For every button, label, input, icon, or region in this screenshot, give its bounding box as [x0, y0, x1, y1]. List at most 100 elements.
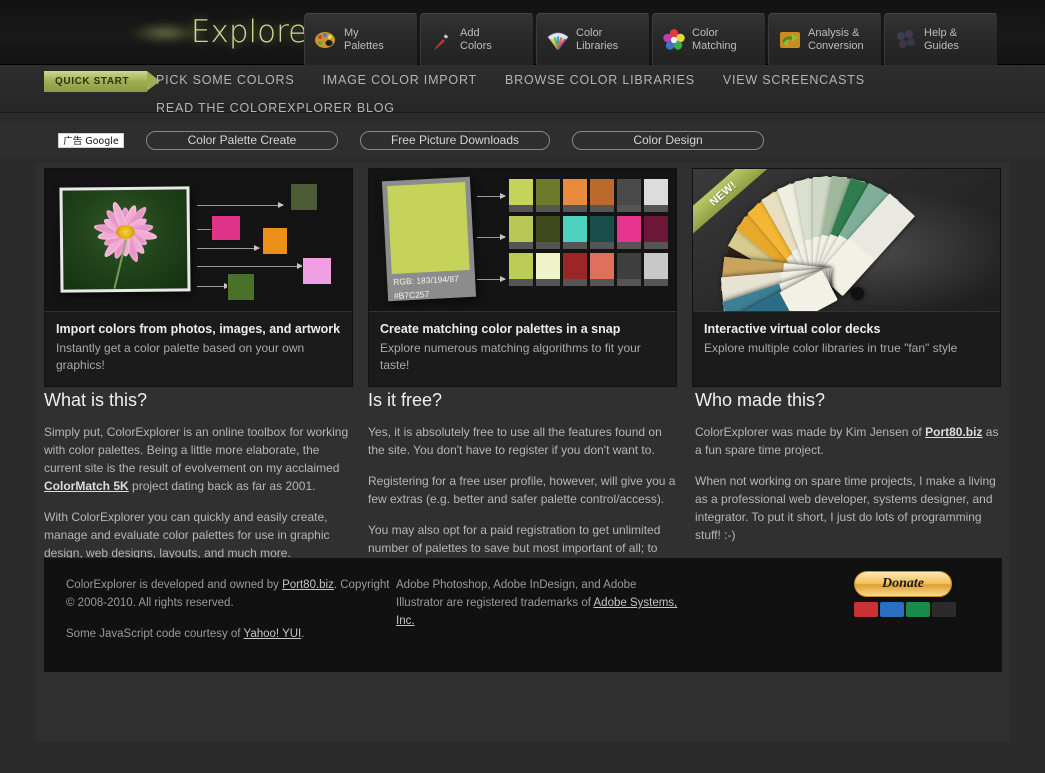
color-wheel-icon	[662, 28, 686, 52]
feature-card-import[interactable]: Import colors from photos, images, and a…	[44, 168, 353, 387]
feature-card-color-decks[interactable]: NEW! Interactive virtual color decks Exp…	[692, 168, 1001, 387]
footer-c1-1-link-1[interactable]: Yahoo! YUI	[244, 628, 302, 640]
sample-color-chip	[387, 182, 470, 274]
payment-card-logo	[906, 602, 930, 617]
primary-tabs: My Palettes Add Colors Color Libraries Color Ma…	[304, 13, 998, 65]
feature-card-matching[interactable]: RGB: 183/194/87 #B7C257 Create matching …	[368, 168, 677, 387]
footer-column-trademarks: Adobe Photoshop, Adobe InDesign, and Ado…	[396, 576, 686, 654]
info-column-what-is-this: What is this? Simply put, ColorExplorer i…	[44, 390, 353, 575]
column-heading: Who made this?	[695, 390, 826, 410]
column-paragraph: With ColorExplorer you can quickly and e…	[44, 508, 353, 562]
fan-deck-icon	[546, 28, 570, 52]
info-column-is-it-free: Is it free? Yes, it is absolutely free to…	[368, 390, 680, 575]
quick-start-button[interactable]: QUICK START	[44, 71, 161, 92]
tab-label: Color Matching	[692, 26, 737, 52]
ads-bar: 广告 Google Color Palette Create Free Pict…	[0, 122, 1045, 158]
text-run: .	[301, 628, 305, 640]
card-art-photo-import	[45, 169, 352, 311]
site-logo[interactable]: Explorer	[120, 8, 320, 56]
column-paragraph: ColorExplorer was made by Kim Jensen of …	[695, 423, 1004, 459]
card-art-palette-matching: RGB: 183/194/87 #B7C257	[369, 169, 676, 311]
help-icon	[894, 28, 918, 52]
extracted-swatch-2	[211, 215, 241, 241]
match-swatch	[617, 216, 641, 249]
column-paragraph: Yes, it is absolutely free to use all th…	[368, 423, 680, 459]
text-run: Yes, it is absolutely free to use all th…	[368, 425, 662, 457]
text-run: ColorExplorer was made by Kim Jensen of	[695, 425, 926, 439]
tab-analysis-conversion[interactable]: Analysis & Conversion	[768, 13, 882, 65]
match-swatch	[536, 253, 560, 286]
ad-pill-1[interactable]: Color Palette Create	[146, 130, 338, 150]
column-2-link-1[interactable]: Port80.biz	[925, 425, 982, 439]
subnav-blog-row: READ THE COLOREXPLORER BLOG	[156, 99, 395, 117]
match-swatch	[617, 179, 641, 212]
eyedropper-icon	[430, 28, 454, 52]
nav-link-pick-some-colors[interactable]: PICK SOME COLORS	[156, 73, 295, 87]
match-swatch	[617, 253, 641, 286]
card-title: Import colors from photos, images, and a…	[56, 322, 341, 336]
info-columns: What is this? Simply put, ColorExplorer i…	[44, 390, 1004, 575]
text-run: project dating back as far as 2001.	[128, 479, 316, 493]
match-swatch-row	[509, 253, 668, 286]
nav-link-blog[interactable]: READ THE COLOREXPLORER BLOG	[156, 101, 395, 115]
tab-label: My Palettes	[344, 26, 384, 52]
convert-arrows-icon	[778, 28, 802, 52]
footer-paragraph: Adobe Photoshop, Adobe InDesign, and Ado…	[396, 576, 686, 630]
payment-card-logo	[854, 602, 878, 617]
photo-thumbnail	[59, 186, 191, 293]
card-title: Interactive virtual color decks	[704, 322, 881, 336]
text-run: Simply put, ColorExplorer is an online t…	[44, 425, 349, 475]
card-subtitle: Explore multiple color libraries in true…	[704, 341, 958, 355]
feature-cards: Import colors from photos, images, and a…	[44, 168, 1001, 387]
content-panel: Import colors from photos, images, and a…	[36, 162, 1010, 742]
logo-text: Explorer	[190, 14, 320, 50]
match-swatch	[644, 216, 668, 249]
extracted-swatch-1	[290, 183, 318, 211]
footer-c1-0-link-1[interactable]: Port80.biz	[282, 579, 334, 591]
match-swatch	[644, 179, 668, 212]
match-swatch	[590, 216, 614, 249]
sample-color-polaroid: RGB: 183/194/87 #B7C257	[381, 176, 477, 302]
extracted-swatch-4	[302, 257, 332, 285]
match-swatch-grid	[509, 179, 668, 290]
match-swatch	[644, 253, 668, 286]
column-heading: What is this?	[44, 390, 148, 410]
site-footer: ColorExplorer is developed and owned by …	[44, 558, 1002, 672]
palette-icon	[314, 28, 338, 52]
tab-my-palettes[interactable]: My Palettes	[304, 13, 418, 65]
card-title: Create matching color palettes in a snap	[380, 322, 621, 336]
extracted-swatch-5	[227, 273, 255, 301]
match-swatch	[536, 179, 560, 212]
ad-pill-2[interactable]: Free Picture Downloads	[360, 130, 550, 150]
tab-add-colors[interactable]: Add Colors	[420, 13, 534, 65]
column-paragraph: Registering for a free user profile, how…	[368, 472, 680, 508]
tab-color-matching[interactable]: Color Matching	[652, 13, 766, 65]
match-swatch-row	[509, 179, 668, 212]
payment-card-logos	[854, 602, 960, 617]
match-swatch	[563, 179, 587, 212]
ad-pill-3[interactable]: Color Design	[572, 130, 764, 150]
match-swatch	[563, 253, 587, 286]
google-ads-badge: 广告 Google	[58, 132, 124, 148]
match-swatch	[563, 216, 587, 249]
text-run: ColorExplorer is developed and owned by	[66, 579, 283, 591]
footer-paragraph: Some JavaScript code courtesy of Yahoo! …	[66, 625, 396, 643]
column-0-link-1[interactable]: ColorMatch 5K	[44, 479, 129, 493]
nav-link-image-color-import[interactable]: IMAGE COLOR IMPORT	[323, 73, 477, 87]
nav-link-browse-color-libraries[interactable]: BROWSE COLOR LIBRARIES	[505, 73, 695, 87]
match-swatch-row	[509, 216, 668, 249]
column-paragraph: When not working on spare time projects,…	[695, 472, 1004, 544]
match-swatch	[536, 216, 560, 249]
donate-area: Donate	[854, 571, 960, 617]
tab-color-libraries[interactable]: Color Libraries	[536, 13, 650, 65]
nav-link-view-screencasts[interactable]: VIEW SCREENCASTS	[723, 73, 865, 87]
donate-button[interactable]: Donate	[854, 571, 952, 597]
match-swatch	[590, 253, 614, 286]
tab-label: Analysis & Conversion	[808, 26, 864, 52]
column-heading: Is it free?	[368, 390, 443, 410]
subnav-links: PICK SOME COLORS IMAGE COLOR IMPORT BROWSE…	[156, 73, 865, 87]
card-subtitle: Instantly get a color palette based on y…	[56, 341, 305, 372]
tab-label: Color Libraries	[576, 26, 619, 52]
tab-help-guides[interactable]: Help & Guides	[884, 13, 998, 65]
logo-glow-icon	[130, 22, 200, 44]
